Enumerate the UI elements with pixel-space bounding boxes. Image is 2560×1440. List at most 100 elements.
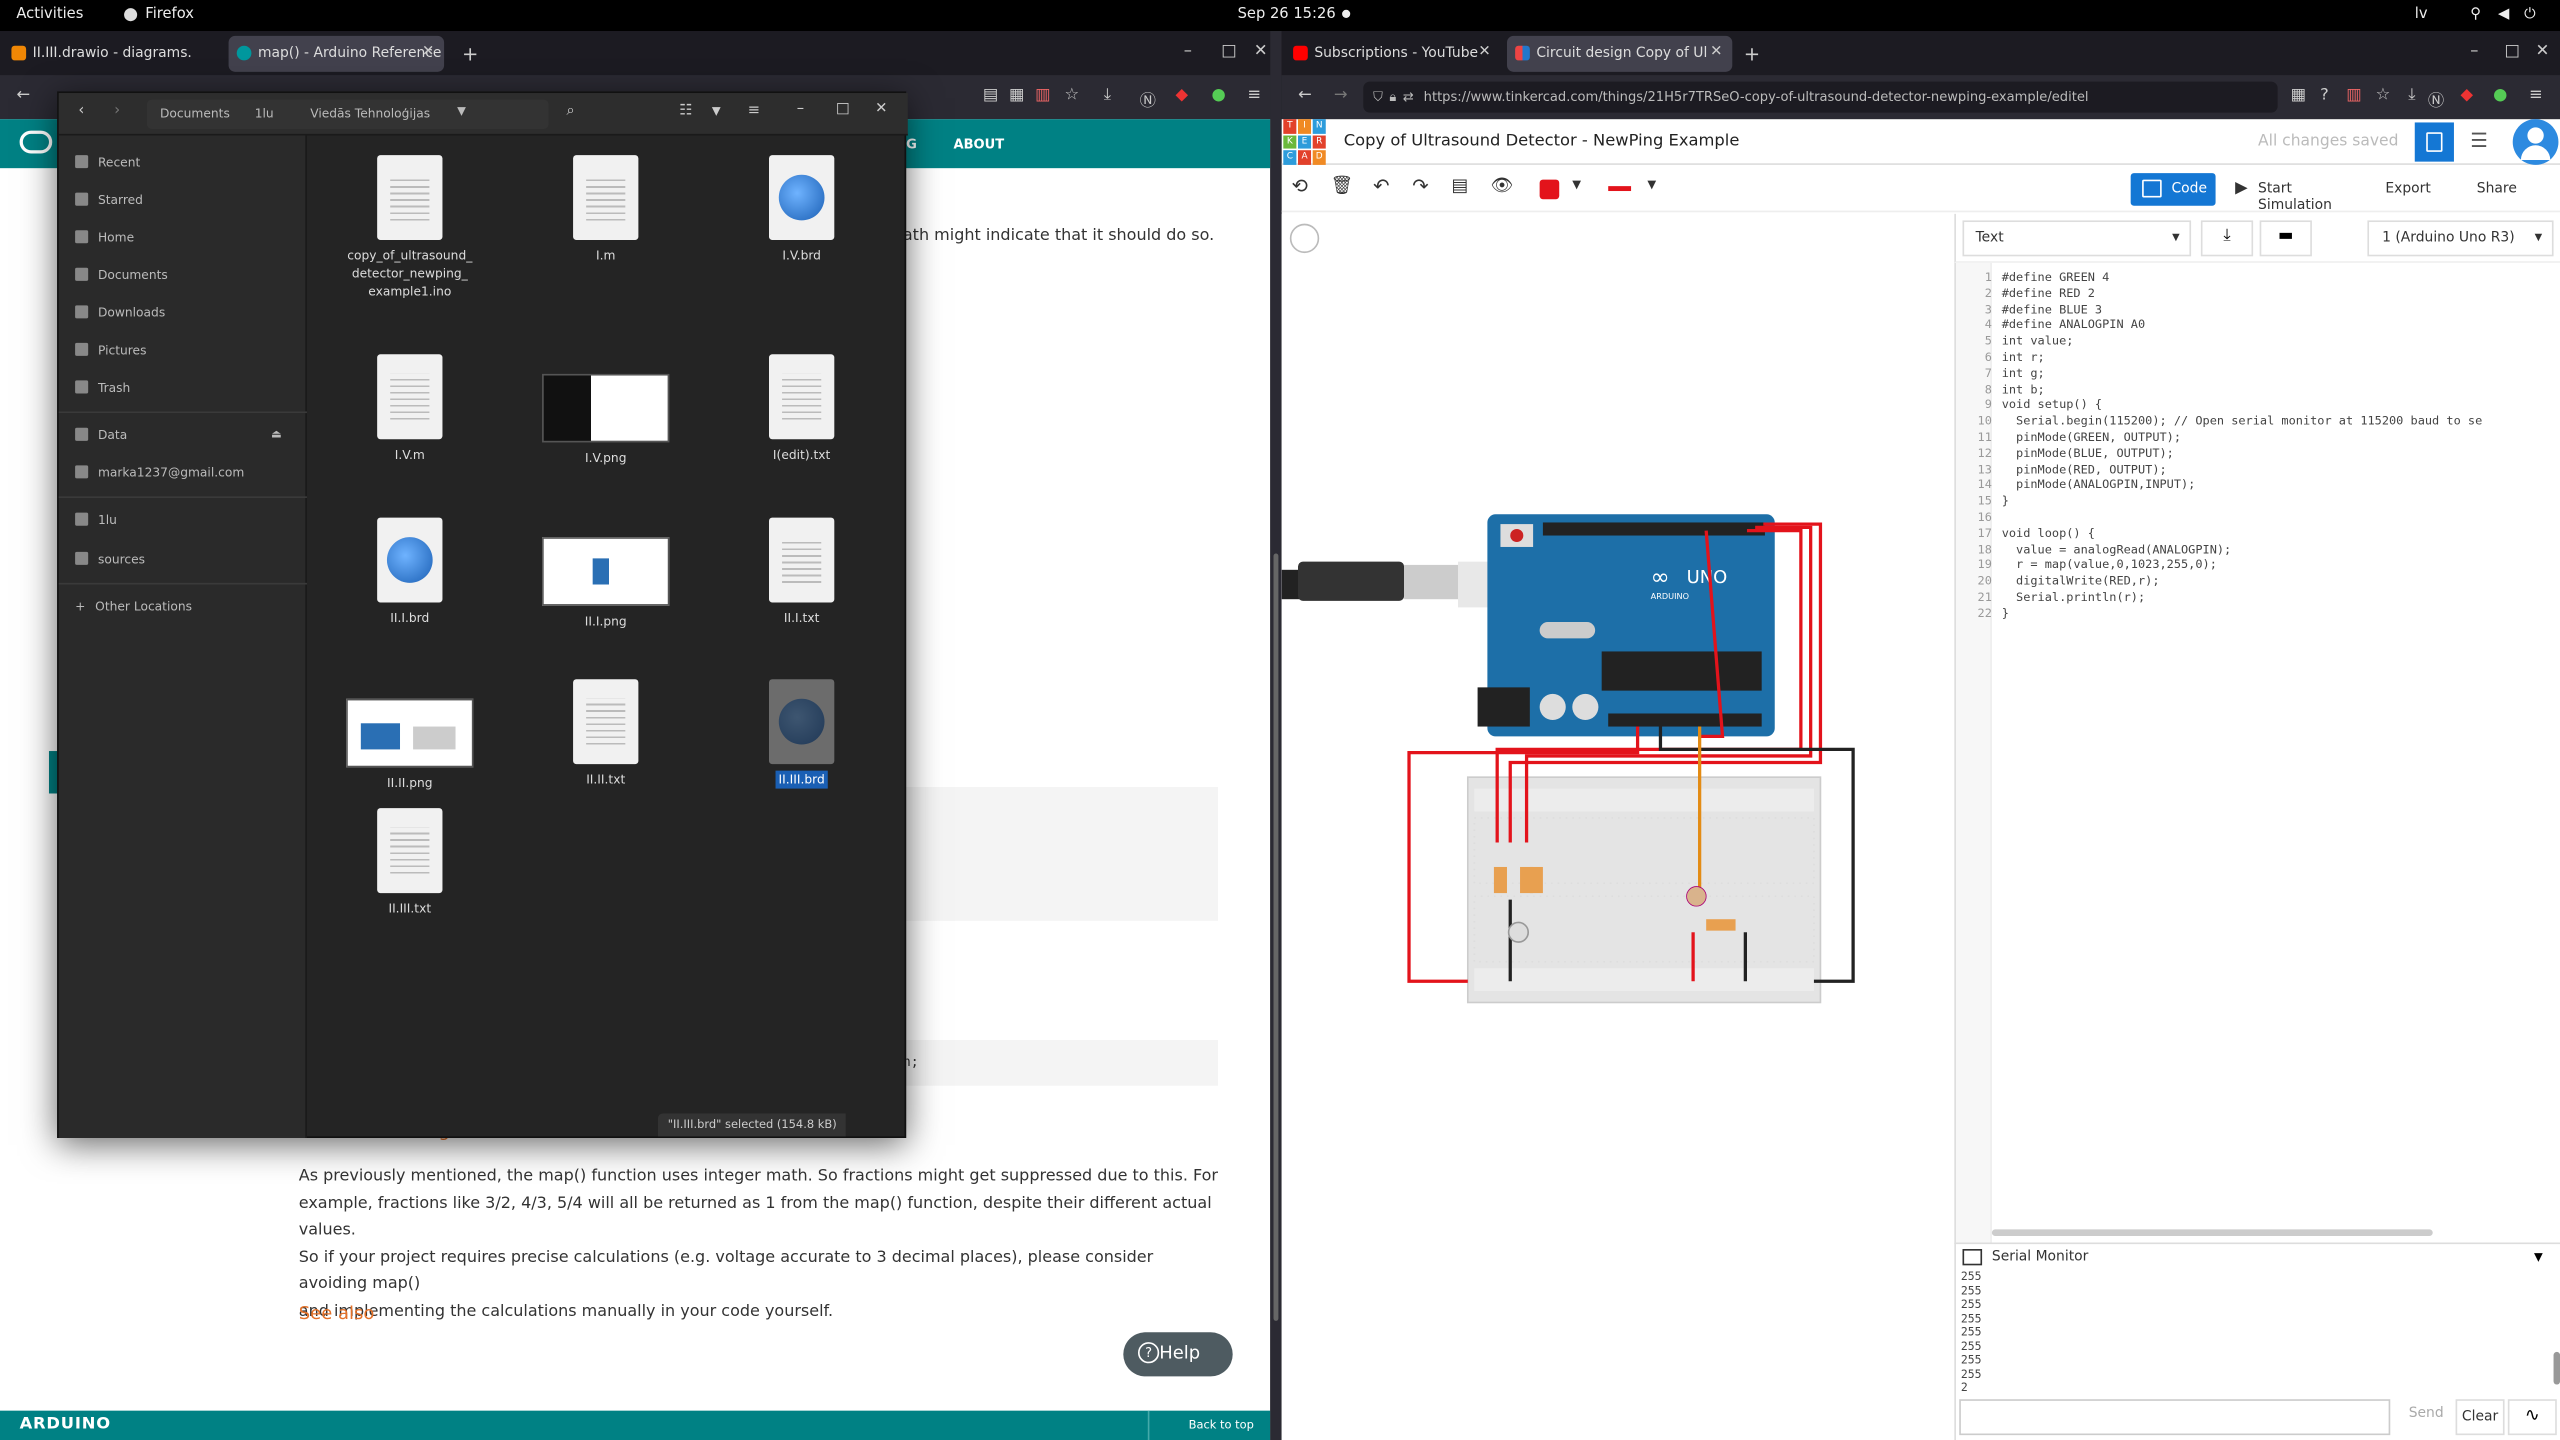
help-icon[interactable]: ? — [2320, 87, 2329, 105]
file-item[interactable]: II.I.txt — [720, 517, 883, 627]
new-tab-icon[interactable]: + — [1744, 42, 1760, 65]
downloads-icon[interactable]: ⤓ — [2408, 87, 2415, 105]
sidebar-item-documents[interactable]: Documents — [75, 267, 168, 282]
power-icon[interactable]: ⏻ — [2524, 7, 2536, 23]
sidebar-item-recent[interactable]: Recent — [75, 155, 140, 170]
upload-icon[interactable]: ▬ — [2259, 220, 2312, 257]
minimize-icon[interactable]: – — [797, 101, 804, 117]
close-icon[interactable]: ✕ — [875, 101, 887, 117]
wire-type-icon[interactable] — [1608, 186, 1632, 192]
back-icon[interactable]: ‹ — [78, 103, 84, 119]
horizontal-scrollbar[interactable] — [1991, 1229, 2433, 1236]
downloads-icon[interactable]: ⤓ — [1104, 87, 1111, 105]
extension-icon[interactable]: ▥ — [2346, 87, 2361, 105]
eject-icon[interactable]: ⏏ — [271, 428, 282, 441]
photoresistor[interactable] — [1686, 886, 1707, 907]
sidebar-item-sources[interactable]: sources — [75, 551, 145, 567]
file-item[interactable]: I.m — [524, 155, 687, 264]
design-title[interactable]: Copy of Ultrasound Detector - NewPing Ex… — [1344, 132, 1740, 150]
back-icon[interactable]: ← — [16, 87, 30, 105]
menu-icon[interactable]: ≡ — [1247, 87, 1261, 105]
tab-drawio[interactable]: II.III.drawio - diagrams. — [3, 36, 219, 72]
resistor[interactable] — [1493, 866, 1507, 894]
eye-icon[interactable]: 👁︎ — [1491, 175, 1514, 196]
grid-icon[interactable]: ▦ — [2291, 87, 2306, 105]
clock[interactable]: Sep 26 15:26 — [1238, 7, 1336, 23]
editor-mode-select[interactable]: Text ▼ — [1962, 220, 2192, 257]
minimize-icon[interactable]: – — [1184, 42, 1192, 60]
network-icon[interactable]: ⚲ — [2470, 7, 2481, 23]
chevron-down-icon[interactable]: ▼ — [1572, 178, 1581, 191]
download-code-icon[interactable]: ⤓ — [2200, 220, 2254, 257]
sidebar-item-home[interactable]: Home — [75, 230, 134, 245]
rotate-icon[interactable]: ⟲ — [1291, 175, 1307, 198]
avatar[interactable] — [2512, 119, 2559, 165]
nav-fragment[interactable]: G — [906, 137, 917, 152]
share-button[interactable]: Share — [2460, 173, 2545, 206]
notes-icon[interactable]: ▤ — [1451, 175, 1468, 196]
tab-youtube[interactable]: Subscriptions - YouTube ✕ — [1285, 36, 1501, 72]
file-item[interactable]: II.III.txt — [328, 808, 491, 917]
bookmark-star-icon[interactable]: ☆ — [2376, 87, 2391, 105]
chevron-down-icon[interactable]: ▼ — [457, 104, 466, 117]
back-to-top-link[interactable]: Back to top — [1147, 1410, 1270, 1440]
file-item[interactable]: II.II.txt — [524, 679, 687, 788]
delete-icon[interactable]: 🗑︎ — [1331, 175, 1354, 196]
clear-button[interactable]: Clear — [2455, 1399, 2505, 1436]
grid-icon[interactable]: ▦ — [1009, 87, 1024, 105]
close-window-icon[interactable]: ✕ — [1254, 42, 1268, 60]
forward-icon[interactable]: › — [114, 103, 120, 119]
footer-logo[interactable]: ARDUINO — [20, 1416, 111, 1434]
resistor[interactable] — [1706, 919, 1736, 931]
ublock-icon[interactable]: ◆ — [2460, 87, 2473, 105]
serial-scrollbar[interactable] — [2553, 1351, 2560, 1385]
circuit-canvas[interactable]: ∞ UNO ARDUINO — [1281, 213, 1953, 1440]
file-item[interactable]: II.I.png — [524, 537, 687, 630]
file-item[interactable]: I.V.m — [328, 354, 491, 463]
back-icon[interactable]: ← — [1298, 87, 1312, 105]
tab-arduino-reference[interactable]: map() - Arduino Reference ✕ — [228, 35, 445, 72]
send-button[interactable]: Send — [2397, 1406, 2456, 1432]
ublock-icon[interactable]: ◆ — [1176, 87, 1189, 105]
component-list-icon[interactable]: ☰ — [2470, 129, 2488, 152]
reader-icon[interactable]: ▤ — [983, 87, 998, 105]
chevron-down-icon[interactable]: ▼ — [2534, 1251, 2543, 1264]
extension-green-icon[interactable]: ● — [1211, 87, 1225, 105]
help-button[interactable]: ? Help — [1123, 1332, 1233, 1377]
path-viedas[interactable]: Viedās Tehnoloģijas — [310, 106, 430, 121]
export-button[interactable]: Export — [2369, 173, 2454, 206]
maximize-icon[interactable]: □ — [836, 101, 850, 117]
tinkercad-logo[interactable]: TIN KER CAD — [1283, 119, 1326, 165]
path-1lu[interactable]: 1lu — [255, 106, 274, 121]
extension-icon[interactable]: ▥ — [1035, 87, 1050, 105]
close-icon[interactable]: ✕ — [1710, 44, 1722, 60]
search-icon[interactable]: ⌕ — [567, 103, 575, 119]
menu-icon[interactable]: ≡ — [2529, 87, 2543, 105]
menu-icon[interactable]: ≡ — [748, 103, 760, 119]
volume-icon[interactable]: ◀ — [2498, 7, 2509, 23]
arduino-logo-icon[interactable] — [19, 130, 53, 154]
sidebar-item-google-account[interactable]: marka1237@gmail.com — [75, 465, 244, 480]
file-item[interactable]: copy_of_ultrasound_ detector_newping_ ex… — [328, 155, 491, 300]
sidebar-item-data[interactable]: Data — [75, 427, 127, 442]
sidebar-item-other-locations[interactable]: + Other Locations — [75, 599, 192, 614]
file-item[interactable]: II.II.png — [328, 698, 491, 792]
close-icon[interactable]: ✕ — [1478, 44, 1490, 60]
minimize-icon[interactable]: – — [2470, 42, 2478, 60]
circuit-view-icon[interactable] — [2414, 122, 2454, 162]
start-simulation-button[interactable]: ▶ Start Simulation — [2222, 173, 2362, 214]
code-button[interactable]: Code — [2130, 173, 2216, 206]
resistor[interactable] — [1529, 866, 1543, 894]
scrollbar-thumb[interactable] — [1273, 553, 1279, 1321]
file-item-selected[interactable]: II.III.brd — [720, 679, 883, 789]
extension-green-icon[interactable]: ● — [2493, 87, 2507, 105]
wire-color-swatch[interactable] — [1539, 179, 1560, 200]
forward-icon[interactable]: → — [1334, 87, 1348, 105]
serial-input[interactable] — [1959, 1399, 2391, 1436]
path-documents[interactable]: Documents — [160, 106, 230, 121]
arduino-uno-board[interactable] — [1487, 514, 1775, 737]
undo-icon[interactable]: ↶ — [1373, 175, 1389, 198]
redo-icon[interactable]: ↷ — [1412, 175, 1428, 198]
bookmark-star-icon[interactable]: ☆ — [1065, 87, 1080, 105]
view-toggle-icon[interactable]: ☷ — [679, 103, 692, 119]
